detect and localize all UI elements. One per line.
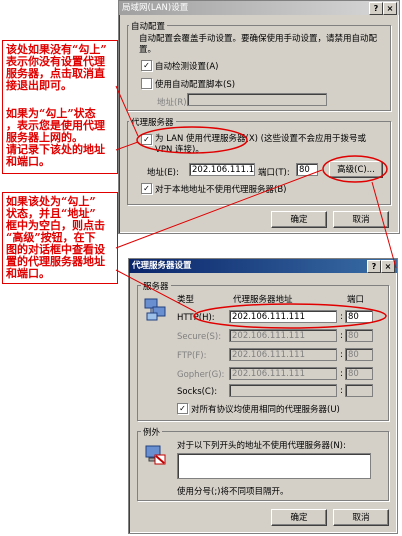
auto-config-group-label: 自动配置 [129,20,168,32]
proxy-dialog-title: 代理服务器设置 [132,261,192,271]
http-address-input[interactable]: 202.106.111.111 [229,310,337,323]
colon-separator: : [340,386,343,396]
annotation-note-3: 如果该处为“勾上” 状态，并且“地址” 框中为空白，则点击 “高级”按钮，在下 … [6,196,105,280]
proxy-port-input[interactable]: 80 [296,163,318,176]
note-line: 和端口。 [6,267,50,280]
help-button[interactable]: ? [367,260,381,273]
proxy-ok-button[interactable]: 确定 [271,509,327,526]
use-proxy-label-line2: VPN 连接)。 [155,145,204,155]
bypass-local-label: 对于本地地址不使用代理服务器(B) [155,185,287,195]
colon-separator: : [340,350,343,360]
auto-detect-label: 自动检测设置(A) [155,62,219,72]
colon-separator: : [340,312,343,322]
secure-port-input[interactable]: 80 [345,329,373,342]
lan-cancel-button[interactable]: 取消 [333,211,389,228]
socks-port-input[interactable] [345,384,373,397]
close-button[interactable]: × [383,2,397,15]
exceptions-description: 对于以下列开头的地址不使用代理服务器(N): [177,441,346,451]
lan-ok-button[interactable]: 确定 [271,211,327,228]
bypass-local-checkbox[interactable]: ✓ [141,183,152,194]
ftp-address-input[interactable]: 202.106.111.111 [229,348,337,361]
note-line: 和端口。 [6,155,50,168]
annotation-note-2: 如果为“勾上”状态 ，表示您是使用代理 服务器上网的。 请记录下该处的地址 和端… [6,108,105,168]
exceptions-textarea[interactable] [177,453,371,479]
secure-type-label: Secure(S): [177,332,222,342]
http-port-input[interactable]: 80 [345,310,373,323]
proxy-cancel-button[interactable]: 取消 [333,509,389,526]
same-proxy-label: 对所有协议均使用相同的代理服务器(U) [191,405,340,415]
lan-dialog-titlebar: 局域网(LAN)设置 ? × [119,1,399,15]
gopher-type-label: Gopher(G): [177,370,225,380]
gopher-address-input[interactable]: 202.106.111.111 [229,367,337,380]
annotation-note-1: 该处如果没有“勾上” 表示你没有设置代理 服务器，点击取消直 接退出即可。 [6,44,107,92]
socks-address-input[interactable] [229,384,337,397]
lan-settings-dialog: 局域网(LAN)设置 ? × 自动配置 自动配置会覆盖手动设置。要确保使用手动设… [118,0,400,234]
auto-config-description: 自动配置会覆盖手动设置。要确保使用手动设置，请禁用自动配置。 [139,34,378,55]
ftp-type-label: FTP(F): [177,351,207,361]
proxy-address-label: 地址(E): [147,168,179,178]
use-script-label: 使用自动配置脚本(S) [155,80,236,90]
script-address-label: 地址(R) [157,98,187,108]
close-button[interactable]: × [381,260,395,273]
note-line: 接退出即可。 [6,79,72,92]
column-address-header: 代理服务器地址 [233,295,293,305]
column-port-header: 端口 [347,295,365,305]
proxy-address-input[interactable]: 202.106.111.1 [189,163,255,176]
socks-type-label: Socks(C): [177,387,218,397]
column-type-header: 类型 [177,295,195,305]
ftp-port-input[interactable]: 80 [345,348,373,361]
exceptions-computer-icon [145,445,166,465]
proxy-port-label: 端口(T): [258,168,290,178]
help-button[interactable]: ? [369,2,383,15]
lan-dialog-title: 局域网(LAN)设置 [122,3,189,13]
use-script-checkbox[interactable] [141,78,152,89]
exceptions-group-label: 例外 [141,426,163,438]
colon-separator: : [340,331,343,341]
network-servers-icon [144,298,166,321]
proxy-server-group-label: 代理服务器 [129,116,176,128]
script-address-input[interactable] [187,93,327,106]
proxy-settings-dialog: 代理服务器设置 ? × 服务器 类型 代理服务器地址 端口 HTTP(H): 2… [128,258,398,534]
gopher-port-input[interactable]: 80 [345,367,373,380]
colon-separator: : [340,369,343,379]
advanced-button[interactable]: 高级(C)... [329,161,383,178]
secure-address-input[interactable]: 202.106.111.111 [229,329,337,342]
exceptions-hint: 使用分号(;)将不同项目隔开。 [177,487,289,497]
proxy-dialog-titlebar: 代理服务器设置 ? × [129,259,397,273]
auto-detect-checkbox[interactable]: ✓ [141,60,152,71]
http-type-label: HTTP(H): [177,313,215,323]
servers-group-label: 服务器 [141,280,171,292]
use-proxy-checkbox[interactable]: ✓ [141,134,152,145]
same-proxy-checkbox[interactable]: ✓ [177,403,188,414]
